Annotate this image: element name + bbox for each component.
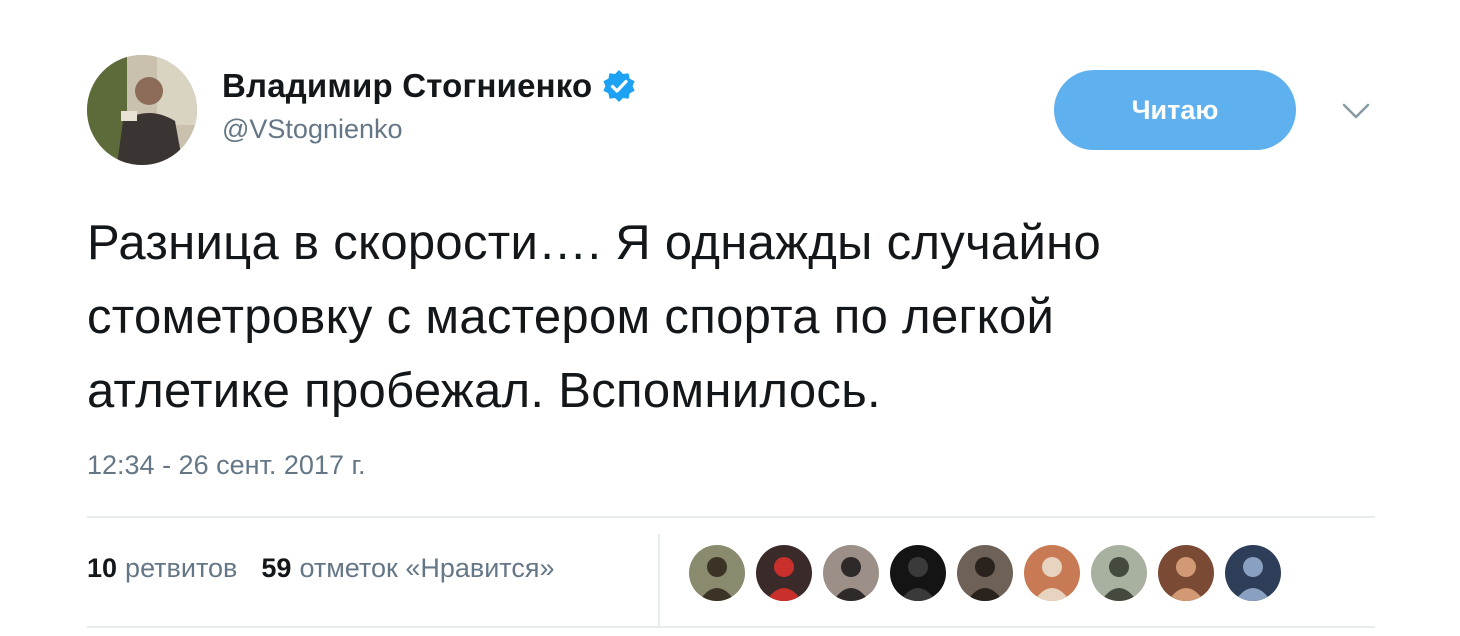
divider bbox=[87, 626, 1375, 628]
tweet-stats: 10 ретвитов 59 отметок «Нравится» bbox=[87, 553, 555, 584]
tweet-timestamp[interactable]: 12:34 - 26 сент. 2017 г. bbox=[87, 450, 366, 481]
verified-badge-icon bbox=[602, 69, 636, 103]
user-handle[interactable]: @VStognienko bbox=[222, 114, 403, 145]
likes-stat[interactable]: 59 отметок «Нравится» bbox=[261, 553, 554, 584]
stats-divider bbox=[658, 534, 660, 626]
likes-count: 59 bbox=[261, 553, 292, 583]
retweets-label: ретвитов bbox=[125, 553, 238, 583]
liker-avatar-9[interactable] bbox=[1225, 545, 1281, 601]
tweet-text-line: атлетике пробежал. Вспомнилось. bbox=[87, 364, 881, 418]
tweet-text: Разница в скорости…. Я однажды случайно … bbox=[87, 206, 1407, 428]
liker-avatar-8[interactable] bbox=[1158, 545, 1214, 601]
display-name[interactable]: Владимир Стогниенко bbox=[222, 67, 592, 105]
divider bbox=[87, 516, 1375, 518]
liker-avatar-3[interactable] bbox=[823, 545, 879, 601]
follow-button[interactable]: Читаю bbox=[1054, 70, 1296, 150]
liker-avatar-2[interactable] bbox=[756, 545, 812, 601]
retweets-stat[interactable]: 10 ретвитов bbox=[87, 553, 237, 584]
avatar[interactable] bbox=[87, 55, 197, 165]
liker-avatar-7[interactable] bbox=[1091, 545, 1147, 601]
tweet-text-line: Разница в скорости…. Я однажды случайно bbox=[87, 216, 1102, 270]
likes-label: отметок «Нравится» bbox=[299, 553, 555, 583]
name-row: Владимир Стогниенко bbox=[222, 64, 636, 108]
chevron-down-icon[interactable] bbox=[1338, 96, 1374, 126]
liker-avatars bbox=[689, 545, 1292, 601]
retweets-count: 10 bbox=[87, 553, 118, 583]
tweet-text-line: стометровку с мастером спорта по легкой bbox=[87, 290, 1055, 344]
liker-avatar-4[interactable] bbox=[890, 545, 946, 601]
liker-avatar-5[interactable] bbox=[957, 545, 1013, 601]
liker-avatar-6[interactable] bbox=[1024, 545, 1080, 601]
liker-avatar-1[interactable] bbox=[689, 545, 745, 601]
